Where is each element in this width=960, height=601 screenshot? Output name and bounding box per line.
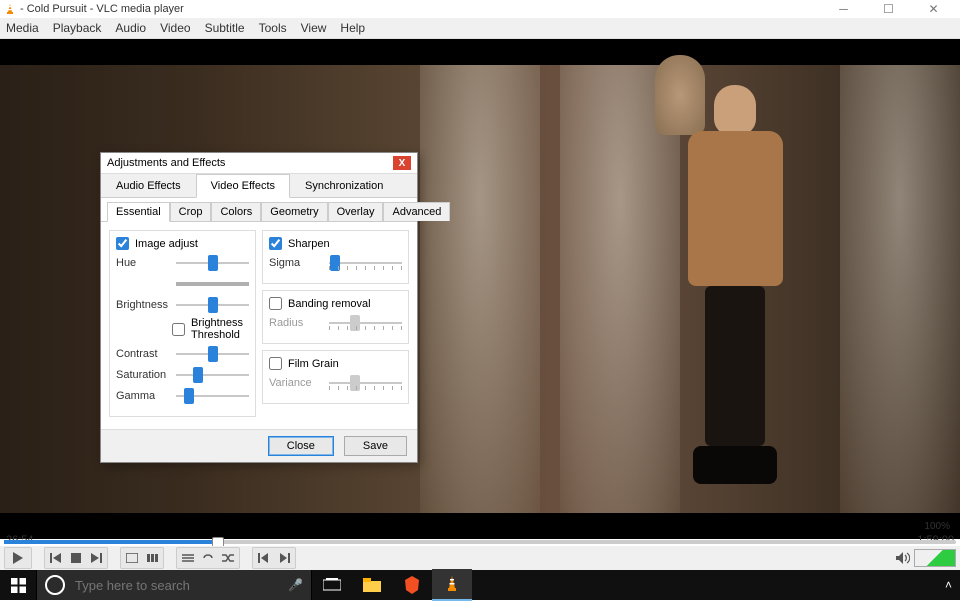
save-button[interactable]: Save xyxy=(344,436,407,456)
saturation-slider[interactable] xyxy=(176,366,249,384)
menu-tools[interactable]: Tools xyxy=(259,21,287,35)
video-viewport[interactable]: Adjustments and Effects X Audio Effects … xyxy=(0,39,960,539)
mute-icon[interactable] xyxy=(896,552,910,564)
explorer-app[interactable] xyxy=(352,570,392,600)
menu-subtitle[interactable]: Subtitle xyxy=(205,21,245,35)
dialog-tabs: Audio Effects Video Effects Synchronizat… xyxy=(101,174,417,198)
sigma-slider[interactable] xyxy=(329,254,402,272)
volume-slider[interactable] xyxy=(914,549,956,567)
window-title: - Cold Pursuit - VLC media player xyxy=(20,3,821,15)
brave-app[interactable] xyxy=(392,570,432,600)
radius-slider xyxy=(329,314,402,332)
contrast-slider[interactable] xyxy=(176,345,249,363)
maximize-button[interactable]: ☐ xyxy=(866,0,911,18)
hue-slider[interactable] xyxy=(176,254,249,272)
taskbar-search[interactable]: 🎤 xyxy=(36,570,312,600)
subtab-overlay[interactable]: Overlay xyxy=(328,202,384,221)
volume-percent: 100% xyxy=(924,521,950,532)
system-tray[interactable]: ˄ xyxy=(937,578,960,592)
play-button[interactable] xyxy=(4,547,32,569)
vlc-icon xyxy=(4,3,16,15)
variance-label: Variance xyxy=(269,377,325,389)
stop-button[interactable] xyxy=(66,549,86,567)
tab-audio-effects[interactable]: Audio Effects xyxy=(101,174,196,197)
hue-label: Hue xyxy=(116,257,172,269)
film-grain-checkbox[interactable] xyxy=(269,357,282,370)
dialog-close-button[interactable]: X xyxy=(393,156,411,170)
menu-playback[interactable]: Playback xyxy=(53,21,102,35)
dialog-button-row: Close Save xyxy=(101,429,417,462)
fullscreen-button[interactable] xyxy=(122,549,142,567)
menu-video[interactable]: Video xyxy=(160,21,190,35)
variance-slider xyxy=(329,374,402,392)
sharpen-label: Sharpen xyxy=(288,238,330,250)
window-titlebar: - Cold Pursuit - VLC media player ─ ☐ ✕ xyxy=(0,0,960,18)
menubar: Media Playback Audio Video Subtitle Tool… xyxy=(0,18,960,39)
banding-group: Banding removal Radius xyxy=(262,290,409,344)
taskview-button[interactable] xyxy=(312,570,352,600)
subtab-colors[interactable]: Colors xyxy=(211,202,261,221)
banding-label: Banding removal xyxy=(288,298,371,310)
close-window-button[interactable]: ✕ xyxy=(911,0,956,18)
start-button[interactable] xyxy=(0,570,36,600)
windows-taskbar: 🎤 ˄ xyxy=(0,570,960,600)
search-input[interactable] xyxy=(73,577,280,594)
gamma-label: Gamma xyxy=(116,390,172,402)
subtab-advanced[interactable]: Advanced xyxy=(383,202,450,221)
mic-icon[interactable]: 🎤 xyxy=(288,578,303,592)
image-adjust-label: Image adjust xyxy=(135,238,198,250)
tray-chevron-icon[interactable]: ˄ xyxy=(945,578,952,592)
brightness-threshold-checkbox[interactable] xyxy=(172,323,185,336)
banding-checkbox[interactable] xyxy=(269,297,282,310)
film-grain-label: Film Grain xyxy=(288,358,339,370)
contrast-label: Contrast xyxy=(116,348,172,360)
playlist-button[interactable] xyxy=(178,549,198,567)
essential-panel: Image adjust Hue Brightness Brightness T… xyxy=(101,222,417,429)
film-grain-group: Film Grain Variance xyxy=(262,350,409,404)
image-adjust-checkbox[interactable] xyxy=(116,237,129,250)
shuffle-button[interactable] xyxy=(218,549,238,567)
close-button[interactable]: Close xyxy=(268,436,334,456)
video-effects-subtabs: Essential Crop Colors Geometry Overlay A… xyxy=(101,198,417,222)
gamma-slider[interactable] xyxy=(176,387,249,405)
subtab-geometry[interactable]: Geometry xyxy=(261,202,327,221)
subtab-essential[interactable]: Essential xyxy=(107,202,170,222)
brightness-threshold-label: Brightness Threshold xyxy=(191,317,249,341)
menu-media[interactable]: Media xyxy=(6,21,39,35)
adjustments-effects-dialog: Adjustments and Effects X Audio Effects … xyxy=(100,152,418,463)
next-button[interactable] xyxy=(86,549,106,567)
dialog-titlebar[interactable]: Adjustments and Effects X xyxy=(101,153,417,174)
sigma-label: Sigma xyxy=(269,257,325,269)
sharpen-group: Sharpen Sigma xyxy=(262,230,409,284)
extended-settings-button[interactable] xyxy=(142,549,162,567)
menu-audio[interactable]: Audio xyxy=(115,21,146,35)
minimize-button[interactable]: ─ xyxy=(821,0,866,18)
step-back-button[interactable] xyxy=(254,549,274,567)
tab-synchronization[interactable]: Synchronization xyxy=(290,174,398,197)
sharpen-checkbox[interactable] xyxy=(269,237,282,250)
brightness-label: Brightness xyxy=(116,299,172,311)
saturation-label: Saturation xyxy=(116,369,172,381)
radius-label: Radius xyxy=(269,317,325,329)
seek-bar[interactable] xyxy=(0,538,960,546)
loop-button[interactable] xyxy=(198,549,218,567)
prev-button[interactable] xyxy=(46,549,66,567)
image-adjust-group: Image adjust Hue Brightness Brightness T… xyxy=(109,230,256,417)
vlc-app[interactable] xyxy=(432,569,472,601)
dialog-title: Adjustments and Effects xyxy=(107,157,225,169)
step-forward-button[interactable] xyxy=(274,549,294,567)
menu-help[interactable]: Help xyxy=(340,21,365,35)
cortana-icon[interactable] xyxy=(45,575,65,595)
subtab-crop[interactable]: Crop xyxy=(170,202,212,221)
brightness-slider[interactable] xyxy=(176,296,249,314)
menu-view[interactable]: View xyxy=(301,21,327,35)
playback-controls: 100% xyxy=(0,546,960,570)
tab-video-effects[interactable]: Video Effects xyxy=(196,174,290,198)
